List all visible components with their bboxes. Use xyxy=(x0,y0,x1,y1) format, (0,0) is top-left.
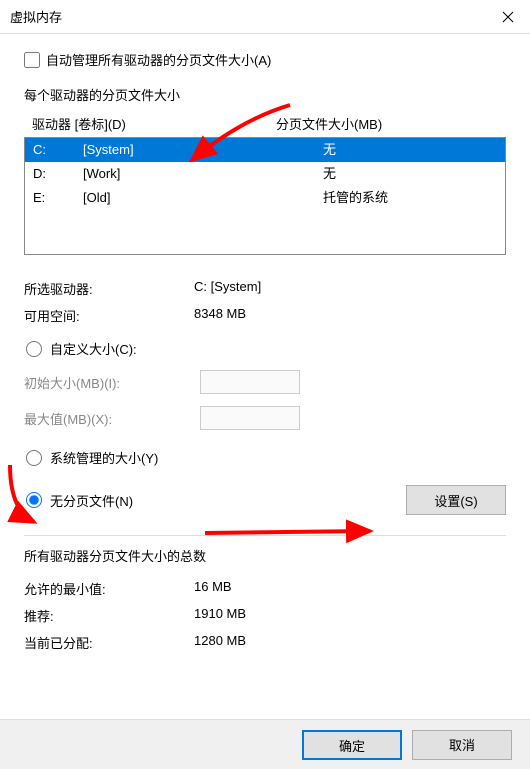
system-managed-label: 系统管理的大小(Y) xyxy=(50,448,158,467)
custom-size-row: 自定义大小(C): xyxy=(24,339,506,358)
recommended-value: 1910 MB xyxy=(194,606,506,625)
custom-size-radio[interactable] xyxy=(26,341,42,357)
custom-size-label: 自定义大小(C): xyxy=(50,339,137,358)
current-alloc-label: 当前已分配: xyxy=(24,633,194,652)
available-space-value: 8348 MB xyxy=(194,306,506,325)
drive-row[interactable]: C: [System] 无 xyxy=(25,138,505,162)
available-space-row: 可用空间: 8348 MB xyxy=(24,306,506,325)
selected-drive-label: 所选驱动器: xyxy=(24,279,194,298)
auto-manage-row: 自动管理所有驱动器的分页文件大小(A) xyxy=(24,50,506,69)
drive-label: [System] xyxy=(83,140,323,160)
drive-label: [Old] xyxy=(83,188,323,208)
window-title: 虚拟内存 xyxy=(10,7,62,26)
drive-letter: D: xyxy=(33,164,83,184)
min-allowed-value: 16 MB xyxy=(194,579,506,598)
dialog-buttons: 确定 取消 xyxy=(0,719,530,769)
no-paging-label: 无分页文件(N) xyxy=(50,491,133,510)
selected-drive-row: 所选驱动器: C: [System] xyxy=(24,279,506,298)
titlebar: 虚拟内存 xyxy=(0,0,530,34)
min-allowed-row: 允许的最小值: 16 MB xyxy=(24,579,506,598)
set-button[interactable]: 设置(S) xyxy=(406,485,506,515)
close-icon xyxy=(502,11,514,23)
totals-title: 所有驱动器分页文件大小的总数 xyxy=(24,546,506,565)
recommended-row: 推荐: 1910 MB xyxy=(24,606,506,625)
cancel-button[interactable]: 取消 xyxy=(412,730,512,760)
col-size-header: 分页文件大小(MB) xyxy=(276,114,506,133)
current-alloc-value: 1280 MB xyxy=(194,633,506,652)
drive-row[interactable]: E: [Old] 托管的系统 xyxy=(25,186,505,210)
selected-drive-value: C: [System] xyxy=(194,279,506,298)
totals-section: 所有驱动器分页文件大小的总数 允许的最小值: 16 MB 推荐: 1910 MB… xyxy=(24,546,506,652)
available-space-label: 可用空间: xyxy=(24,306,194,325)
drive-label: [Work] xyxy=(83,164,323,184)
drive-size: 无 xyxy=(323,140,505,160)
initial-size-input[interactable] xyxy=(200,370,300,394)
drive-letter: E: xyxy=(33,188,83,208)
min-allowed-label: 允许的最小值: xyxy=(24,579,194,598)
drives-section-title: 每个驱动器的分页文件大小 xyxy=(24,85,506,104)
divider xyxy=(24,535,506,536)
drive-letter: C: xyxy=(33,140,83,160)
drive-list-headers: 驱动器 [卷标](D) 分页文件大小(MB) xyxy=(24,114,506,133)
system-managed-radio[interactable] xyxy=(26,450,42,466)
max-size-label: 最大值(MB)(X): xyxy=(24,409,200,428)
drive-list[interactable]: C: [System] 无 D: [Work] 无 E: [Old] 托管的系统 xyxy=(24,137,506,255)
initial-size-row: 初始大小(MB)(I): xyxy=(24,370,506,394)
dialog-content: 自动管理所有驱动器的分页文件大小(A) 每个驱动器的分页文件大小 驱动器 [卷标… xyxy=(0,34,530,652)
auto-manage-checkbox[interactable] xyxy=(24,52,40,68)
drive-size: 无 xyxy=(323,164,505,184)
current-alloc-row: 当前已分配: 1280 MB xyxy=(24,633,506,652)
close-button[interactable] xyxy=(485,0,530,34)
system-managed-row: 系统管理的大小(Y) xyxy=(24,448,506,467)
no-paging-row: 无分页文件(N) xyxy=(24,491,133,510)
drive-row[interactable]: D: [Work] 无 xyxy=(25,162,505,186)
recommended-label: 推荐: xyxy=(24,606,194,625)
no-paging-radio[interactable] xyxy=(26,492,42,508)
col-drive-header: 驱动器 [卷标](D) xyxy=(32,114,276,133)
ok-button[interactable]: 确定 xyxy=(302,730,402,760)
auto-manage-label: 自动管理所有驱动器的分页文件大小(A) xyxy=(46,50,271,69)
max-size-input[interactable] xyxy=(200,406,300,430)
initial-size-label: 初始大小(MB)(I): xyxy=(24,373,200,392)
max-size-row: 最大值(MB)(X): xyxy=(24,406,506,430)
drive-size: 托管的系统 xyxy=(323,188,505,208)
